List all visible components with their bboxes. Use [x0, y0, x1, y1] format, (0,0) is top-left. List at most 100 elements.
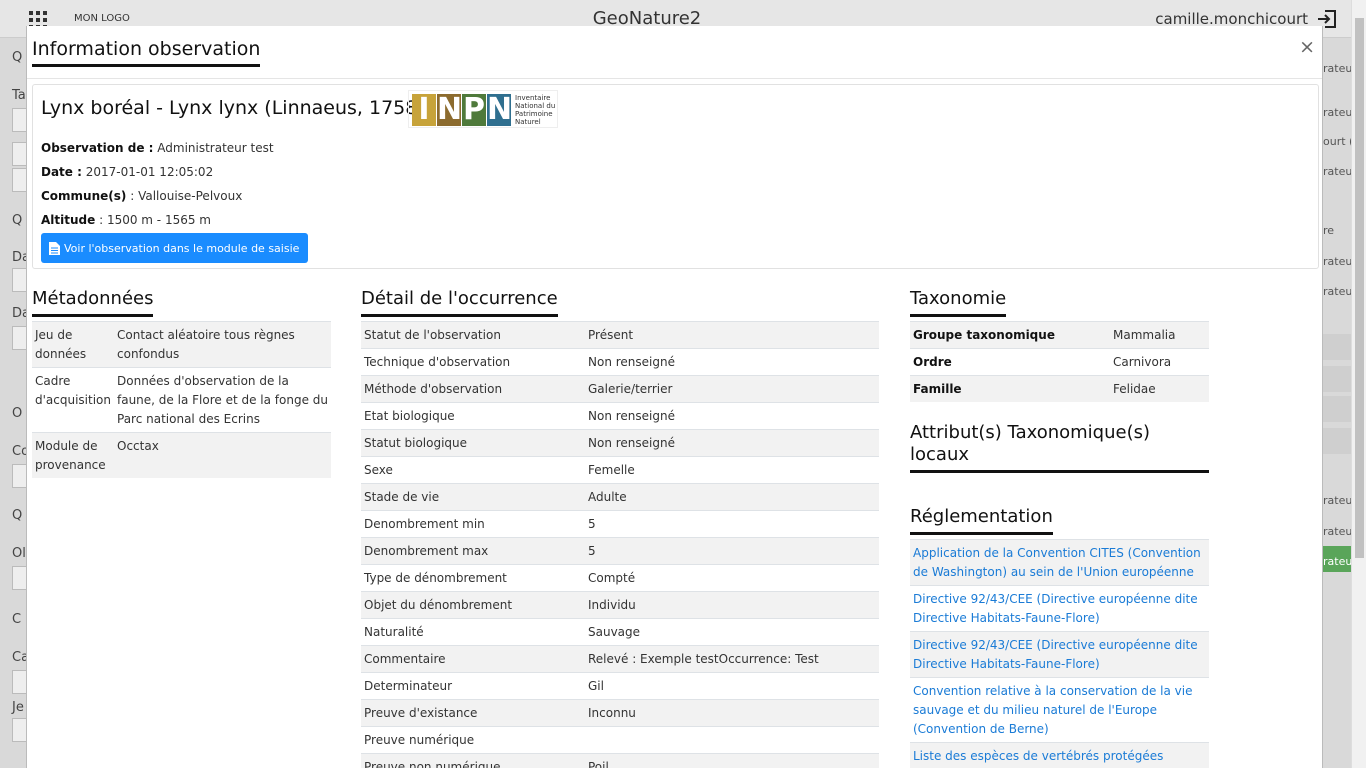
row-value: Contact aléatoire tous règnes confondus: [114, 321, 331, 368]
row-label: Etat biologique: [361, 402, 585, 430]
bg-text: O: [12, 406, 23, 421]
table-row: Directive 92/43/CEE (Directive européenn…: [910, 631, 1209, 678]
bg-text: C: [12, 612, 22, 627]
row-label: Jeu de données: [32, 321, 114, 368]
occurrence-title: Détail de l'occurrence: [361, 288, 558, 317]
row-label: Statut biologique: [361, 429, 585, 457]
date-line: Date : 2017-01-01 12:05:02: [41, 165, 213, 179]
bg-text: Je: [12, 700, 24, 715]
row-value: Compté: [585, 564, 879, 592]
regulation-link[interactable]: Convention relative à la conservation de…: [913, 682, 1206, 739]
regulation-link[interactable]: Directive 92/43/CEE (Directive européenn…: [913, 636, 1206, 674]
table-row: Directive 92/43/CEE (Directive européenn…: [910, 585, 1209, 632]
bg-text: ourt (: [1323, 135, 1351, 148]
commune-value: Vallouise-Pelvoux: [138, 189, 243, 203]
bg-field: [12, 566, 26, 590]
bg-field: [12, 326, 26, 350]
regulation-cell: Directive 92/43/CEE (Directive européenn…: [910, 631, 1209, 678]
background-right-panel: rateu rateu ourt ( rateu re rateu rateu …: [1323, 38, 1351, 768]
inpn-letter: P: [462, 92, 486, 127]
commune-label: Commune(s): [41, 189, 127, 203]
scrollbar-thumb[interactable]: [1355, 18, 1364, 558]
bg-text: rateu: [1323, 555, 1351, 568]
bg-text: Q: [12, 508, 23, 523]
inpn-letter: N: [437, 92, 463, 127]
row-label: Denombrement min: [361, 510, 585, 538]
bg-field: [12, 168, 26, 192]
table-row: Sexe Femelle: [361, 456, 879, 484]
row-label: Objet du dénombrement: [361, 591, 585, 619]
close-button[interactable]: ×: [1299, 36, 1315, 58]
regulation-cell: Directive 92/43/CEE (Directive européenn…: [910, 585, 1209, 632]
taxon-title: Lynx boréal - Lynx lynx (Linnaeus, 1758): [41, 97, 425, 119]
row-value: Felidae: [1110, 375, 1209, 402]
local-attributes-title-line: locaux: [910, 444, 970, 465]
bg-field: [12, 142, 26, 166]
bg-text: rateu: [1323, 255, 1351, 268]
observation-card: Lynx boréal - Lynx lynx (Linnaeus, 1758)…: [32, 84, 1319, 269]
observation-modal: Information observation × Lynx boréal - …: [26, 26, 1323, 768]
observer-label: Observation de :: [41, 141, 154, 155]
row-label: Preuve numérique: [361, 726, 585, 754]
row-value: Présent: [585, 321, 879, 349]
row-value: Inconnu: [585, 699, 879, 727]
regulation-cell: Convention relative à la conservation de…: [910, 677, 1209, 743]
modal-title: Information observation: [32, 38, 261, 67]
row-value: 5: [585, 537, 879, 565]
altitude-line: Altitude : 1500 m - 1565 m: [41, 213, 211, 227]
table-row: Preuve numérique: [361, 726, 879, 754]
regulation-cell: Application de la Convention CITES (Conv…: [910, 539, 1209, 586]
altitude-label: Altitude: [41, 213, 96, 227]
row-value: 5: [585, 510, 879, 538]
bg-text: rateu: [1323, 106, 1351, 119]
table-row: Jeu de données Contact aléatoire tous règ…: [32, 321, 331, 368]
commune-line: Commune(s) : Vallouise-Pelvoux: [41, 189, 243, 203]
row-value: Non renseigné: [585, 402, 879, 430]
table-row: Statut biologique Non renseigné: [361, 429, 879, 457]
observer-value: Administrateur test: [157, 141, 274, 155]
metadata-title: Métadonnées: [32, 288, 154, 317]
row-label: Groupe taxonomique: [910, 321, 1110, 349]
row-value: Occtax: [114, 432, 331, 478]
row-label: Type de dénombrement: [361, 564, 585, 592]
inpn-logo[interactable]: I N P N Inventaire National du Patrimoin…: [408, 90, 558, 128]
row-value: Non renseigné: [585, 429, 879, 457]
bg-text: rateu: [1323, 62, 1351, 75]
table-row: Groupe taxonomique Mammalia: [910, 321, 1209, 349]
row-label: Preuve non numérique: [361, 753, 585, 768]
row-value: Poil: [585, 753, 879, 768]
regulation-link[interactable]: Liste des espèces de vertébrés protégées: [913, 747, 1206, 766]
row-label: Cadre d'acquisition: [32, 367, 114, 433]
date-value: 2017-01-01 12:05:02: [85, 165, 214, 179]
bg-text: Ta: [12, 88, 26, 103]
taxonomy-table: Groupe taxonomique Mammalia Ordre Carnivora…: [910, 321, 1209, 402]
row-value: Individu: [585, 591, 879, 619]
document-icon: [49, 241, 60, 255]
row-value: Mammalia: [1110, 321, 1209, 349]
local-attributes-title: Attribut(s) Taxonomique(s) locaux: [910, 422, 1209, 473]
table-row: Preuve non numérique Poil: [361, 753, 879, 768]
inpn-letter: I: [412, 94, 436, 126]
row-label: Méthode d'observation: [361, 375, 585, 403]
row-value: Adulte: [585, 483, 879, 511]
row-label: Commentaire: [361, 645, 585, 673]
regulation-title: Réglementation: [910, 506, 1053, 535]
bg-field: [12, 670, 26, 694]
regulation-link[interactable]: Application de la Convention CITES (Conv…: [913, 544, 1206, 582]
table-row: Etat biologique Non renseigné: [361, 402, 879, 430]
row-label: Naturalité: [361, 618, 585, 646]
row-label: Ordre: [910, 348, 1110, 376]
view-in-module-button[interactable]: Voir l'observation dans le module de sai…: [41, 233, 309, 263]
page-scrollbar[interactable]: [1351, 0, 1366, 768]
table-row: Ordre Carnivora: [910, 348, 1209, 376]
regulation-link[interactable]: Directive 92/43/CEE (Directive européenn…: [913, 590, 1206, 628]
row-label: Determinateur: [361, 672, 585, 700]
date-label: Date :: [41, 165, 82, 179]
table-row: Preuve d'existance Inconnu: [361, 699, 879, 727]
row-label: Module de provenance: [32, 432, 114, 478]
taxonomy-title: Taxonomie: [910, 288, 1007, 317]
bg-text: Q: [12, 50, 23, 65]
table-row: Famille Felidae: [910, 375, 1209, 402]
table-row: Commentaire Relevé : Exemple testOccurren…: [361, 645, 879, 673]
row-value: Gil: [585, 672, 879, 700]
